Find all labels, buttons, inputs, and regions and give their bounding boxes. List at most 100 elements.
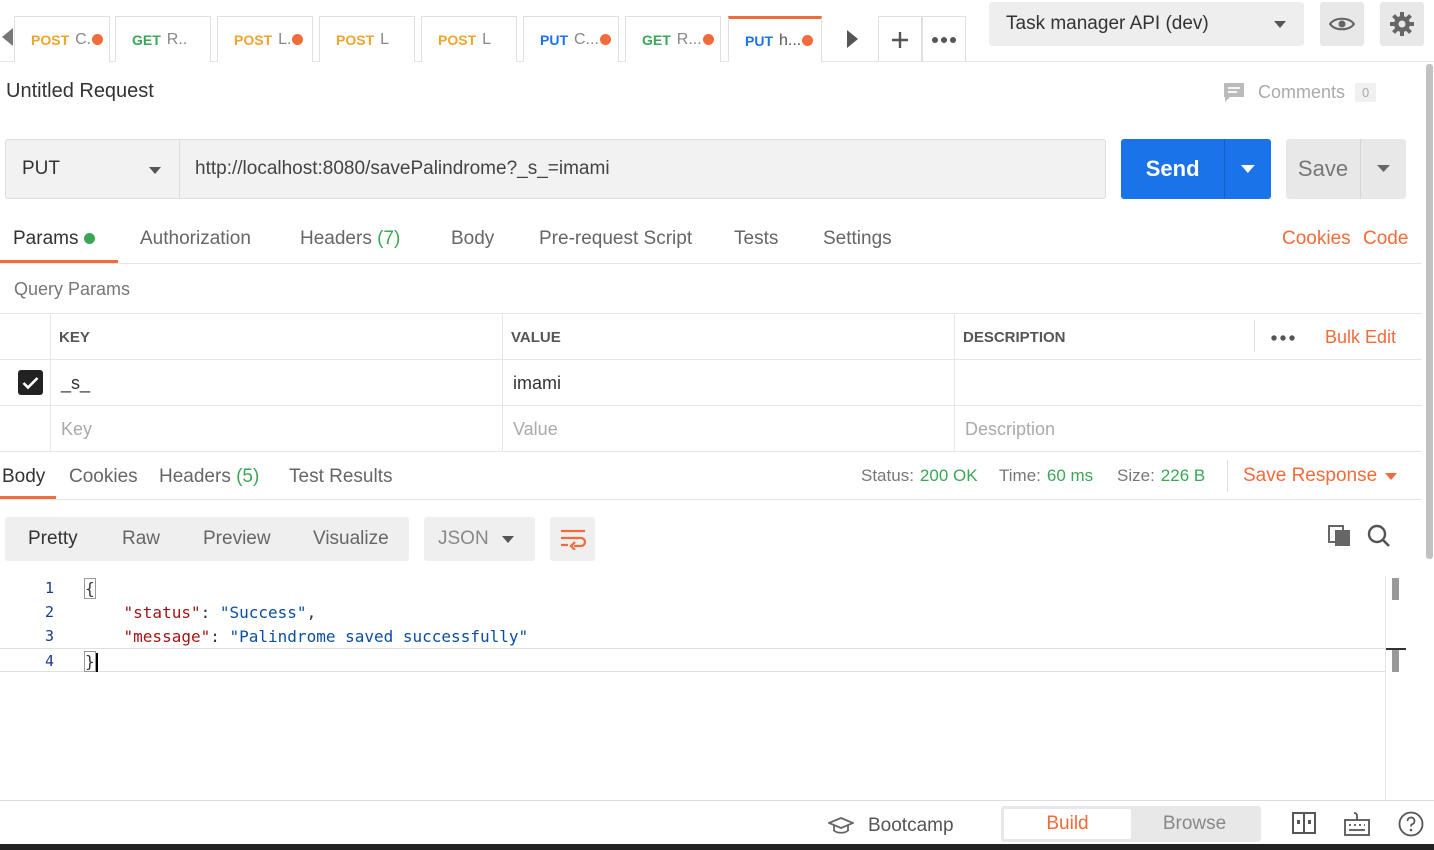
two-pane-view-icon[interactable] [1292,811,1316,840]
new-key-input[interactable]: Key [50,406,502,452]
bootcamp-label: Bootcamp [868,815,954,836]
code-link[interactable]: Code [1363,228,1408,250]
open-brace: { [84,578,96,599]
request-tab[interactable]: PUT C... [523,16,619,62]
text-cursor [95,653,98,672]
new-description-input[interactable]: Description [954,406,1422,452]
active-tab-indicator [0,260,118,263]
save-options-chevron-icon[interactable] [1361,139,1406,199]
response-tab-body[interactable]: Body [2,466,45,488]
bootcamp-button[interactable]: Bootcamp [828,815,954,837]
tab-authorization[interactable]: Authorization [140,228,251,250]
wrap-lines-button[interactable] [550,517,595,561]
page-scrollbar[interactable] [1426,64,1433,559]
chevron-down-icon [149,167,161,174]
view-raw-button[interactable]: Raw [122,528,160,550]
save-button[interactable]: Save [1286,139,1406,199]
editor-scrollbar-thumb-marker[interactable] [1392,650,1399,672]
check-icon [22,376,39,389]
browse-mode-button[interactable]: Browse [1131,809,1258,839]
tab-options-button[interactable] [922,16,966,62]
help-icon[interactable] [1398,811,1424,842]
bulk-edit-link[interactable]: Bulk Edit [1325,327,1396,348]
tab-params[interactable]: Params [13,228,96,250]
save-response-chevron-icon[interactable] [1385,473,1397,480]
tab-body[interactable]: Body [451,228,494,250]
send-button[interactable]: Send [1121,139,1271,199]
request-tab[interactable]: GET R.. [115,16,211,62]
cookies-link[interactable]: Cookies [1282,228,1351,250]
http-method-select[interactable]: PUT [5,139,179,199]
response-format-select[interactable]: JSON [424,517,535,561]
request-section-tabs: Params Authorization Headers (7) Body Pr… [0,216,1422,264]
view-preview-button[interactable]: Preview [203,528,271,550]
tab-method: PUT [745,32,773,49]
new-tab-button[interactable] [878,16,922,62]
comments-count: 0 [1355,82,1377,102]
response-size[interactable]: Size: 226 B [1117,466,1205,486]
tab-name: C. [75,30,92,48]
param-key-cell[interactable]: _s_ [50,360,502,406]
code-text: } [84,651,98,672]
query-params-table: KEY VALUE DESCRIPTION Bulk Edit _s_ imam… [0,313,1422,452]
copy-icon[interactable] [1327,524,1353,553]
tab-headers[interactable]: Headers (7) [300,228,400,250]
size-label: Size: [1117,466,1155,485]
more-horizontal-icon [932,36,956,43]
response-status[interactable]: Status: 200 OK [861,466,978,486]
request-tab[interactable]: POST L. [217,16,313,62]
tab-prerequest-script[interactable]: Pre-request Script [539,228,692,250]
http-method-value: PUT [22,158,60,179]
tab-tests[interactable]: Tests [734,228,778,250]
unsaved-dot-icon [702,34,714,45]
table-row-new: Key Value Description [0,406,1422,452]
response-tab-test-results[interactable]: Test Results [289,466,392,488]
scroll-tabs-right-icon[interactable] [847,30,858,48]
request-tab[interactable]: GET R... [625,16,721,62]
response-body-editor[interactable]: 1 { 2 "status": "Success", 3 "message": … [0,576,1386,800]
new-value-input[interactable]: Value [502,406,954,452]
request-tab[interactable]: POST L [319,16,415,62]
param-value-cell[interactable]: imami [502,360,954,406]
build-mode-button[interactable]: Build [1004,809,1131,839]
environment-settings-button[interactable] [1380,2,1424,46]
column-options-button[interactable] [1270,326,1296,347]
editor-scroll-divider [1385,576,1386,800]
request-tab[interactable]: POST C. [14,16,110,62]
response-tab-headers[interactable]: Headers (5) [159,466,259,488]
view-visualize-button[interactable]: Visualize [313,528,389,550]
save-response-button[interactable]: Save Response [1243,465,1377,487]
environment-select[interactable]: Task manager API (dev) [989,2,1304,46]
param-enabled-checkbox[interactable] [18,370,43,395]
response-format-value: JSON [438,528,489,549]
scroll-tabs-left-icon[interactable] [2,28,13,46]
status-value: 200 OK [919,466,978,485]
status-label: Status: [861,466,914,485]
request-tab[interactable]: POST L [421,16,517,62]
json-value: "Palindrome saved successfully" [229,627,529,646]
environment-quick-look-button[interactable] [1320,2,1364,46]
column-header-key: KEY [50,314,502,360]
tab-settings[interactable]: Settings [823,228,892,250]
send-options-chevron-icon[interactable] [1225,139,1271,199]
tab-method: POST [336,31,375,48]
response-tab-cookies[interactable]: Cookies [69,466,138,488]
keyboard-shortcuts-icon[interactable] [1344,811,1370,842]
tab-headers-count: (7) [377,228,401,249]
editor-scrollbar-thumb[interactable] [1392,578,1399,600]
param-description-cell[interactable] [954,360,1422,406]
json-value: "Success" [219,603,307,622]
response-active-tab-indicator [0,496,56,499]
response-tab-headers-label: Headers [159,466,231,487]
time-label: Time: [999,466,1041,485]
search-icon[interactable] [1366,524,1392,553]
tab-method: GET [132,31,161,48]
comments-button[interactable]: Comments 0 [1222,80,1377,104]
table-header-row: KEY VALUE DESCRIPTION Bulk Edit [0,314,1422,360]
wrap-lines-icon [560,529,586,550]
request-tab-active[interactable]: PUT h... [728,16,822,62]
request-title[interactable]: Untitled Request [6,80,154,103]
response-time[interactable]: Time: 60 ms [999,466,1093,486]
url-input[interactable] [179,139,1106,199]
view-pretty-button[interactable]: Pretty [28,528,78,550]
